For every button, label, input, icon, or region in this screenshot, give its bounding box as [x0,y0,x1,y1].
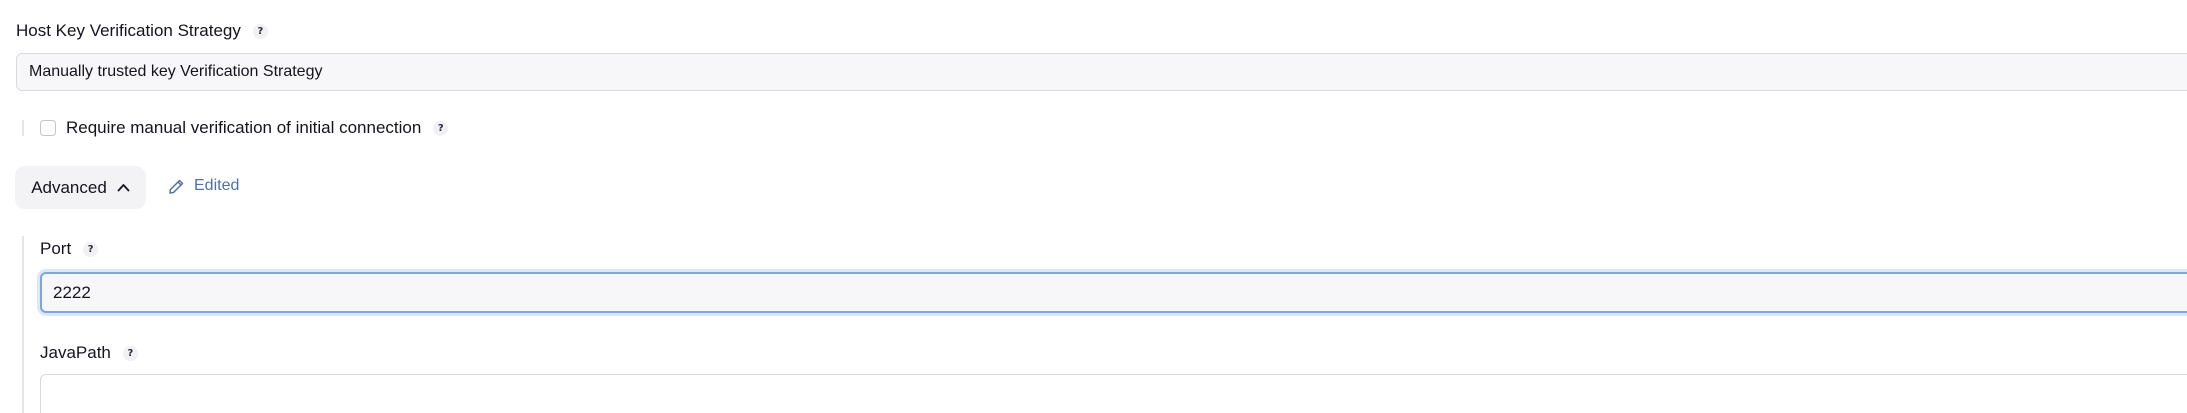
host-key-strategy-label-row: Host Key Verification Strategy ? [16,21,268,41]
help-icon[interactable]: ? [252,23,268,39]
section-divider [22,120,24,136]
javapath-label-row: JavaPath ? [40,343,138,363]
chevron-up-icon [117,183,130,192]
host-key-strategy-select[interactable]: Manually trusted key Verification Strate… [16,53,2187,91]
help-icon[interactable]: ? [122,345,138,361]
host-key-strategy-label: Host Key Verification Strategy [16,21,241,40]
help-icon[interactable]: ? [433,120,449,136]
edited-indicator: Edited [168,177,239,195]
edited-label: Edited [194,177,240,194]
help-icon[interactable]: ? [83,241,99,257]
advanced-label: Advanced [31,177,107,197]
port-label: Port [40,239,72,258]
manual-verification-row: Require manual verification of initial c… [40,118,449,138]
javapath-label: JavaPath [40,343,111,362]
port-label-row: Port ? [40,239,99,259]
manual-verification-label[interactable]: Require manual verification of initial c… [66,118,421,138]
advanced-section-divider [22,236,24,413]
port-value: 2222 [53,282,91,302]
agent-config-form: Host Key Verification Strategy ? Manuall… [0,0,2187,413]
javapath-input[interactable] [40,374,2187,413]
port-input[interactable]: 2222 [40,272,2187,313]
advanced-toggle-button[interactable]: Advanced [15,166,146,209]
manual-verification-checkbox[interactable] [40,120,56,136]
pencil-icon [168,178,185,195]
host-key-strategy-selected: Manually trusted key Verification Strate… [29,63,323,80]
